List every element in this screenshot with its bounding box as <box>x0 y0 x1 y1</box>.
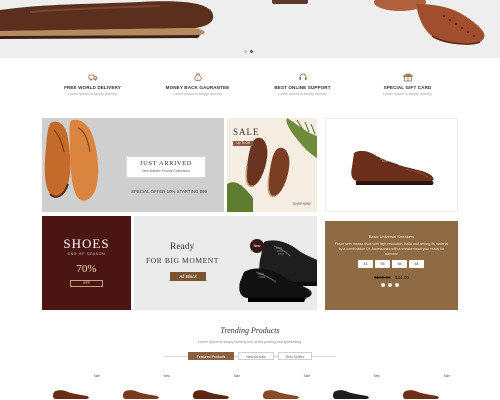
banner-deal[interactable]: Basic Universal Sneakers Fusce sem massa… <box>325 221 458 310</box>
deal-product-title: Basic Universal Sneakers <box>368 234 415 239</box>
product-shoe-image <box>52 390 89 399</box>
ready-heading: Ready <box>170 242 195 252</box>
shop-now-link[interactable]: SHOP NOW <box>293 202 311 206</box>
sale-title: SALE <box>233 127 260 137</box>
feature-subtitle: Lorem Ipsum is simply dummy <box>278 91 327 96</box>
timer-minutes: 55 <box>392 260 407 268</box>
banner-sale[interactable]: SALE Up To Off SHOP NOW <box>227 118 317 212</box>
banner-title: JUST ARRIVED <box>139 160 193 167</box>
product-card[interactable]: Sale <box>254 372 314 400</box>
feature-title: BEST ONLINE SUPPORT <box>274 85 331 90</box>
timer-days: 43 <box>358 260 373 268</box>
hero-shoe-image <box>0 1 214 39</box>
timer-seconds: 48 <box>409 260 424 268</box>
timer-hours: 05 <box>375 260 390 268</box>
truck-icon <box>88 74 97 81</box>
product-grid: Sale New Sale Sale New Sale <box>44 372 464 400</box>
slider-pagination <box>244 50 253 53</box>
slider-dot[interactable] <box>244 50 247 53</box>
hero-slider[interactable] <box>0 0 500 58</box>
product-badge: Sale <box>93 374 100 378</box>
big-moment-heading: FOR BIG MOMENT <box>146 256 219 265</box>
banner-featured-shoe[interactable] <box>325 118 458 212</box>
pagination-dot[interactable] <box>395 283 399 287</box>
product-badge: Sale <box>443 374 450 378</box>
banner-just-arrived[interactable]: JUST ARRIVED New Bakelie Formal Collecti… <box>42 118 224 212</box>
countdown-timer: 43 05 55 48 <box>358 260 424 268</box>
trending-tabs: Featured Products New Arrivals Best Sell… <box>164 350 336 362</box>
trending-subtitle: Lorem Ipsum is simply dummy text of the … <box>197 340 303 344</box>
product-shoe-image <box>122 390 159 399</box>
product-card[interactable]: Sale <box>44 372 104 400</box>
feature-subtitle: Lorem Ipsum is simply dummy <box>383 91 432 96</box>
product-shoe-image <box>402 390 439 399</box>
loafer-image <box>44 119 99 201</box>
tab-featured-products[interactable]: Featured Products <box>188 352 234 360</box>
product-badge: Sale <box>233 374 240 378</box>
promo-box: JUST ARRIVED New Bakelie Formal Collecti… <box>126 156 206 178</box>
support-icon <box>298 73 307 80</box>
tab-best-sellers[interactable]: Best Sellers <box>278 352 312 360</box>
product-badge: Sale <box>303 374 310 378</box>
feature-title: MONEY BACK GAURANTEE <box>165 85 230 90</box>
sale-tag: Up To Off <box>233 141 253 146</box>
svg-text:$: $ <box>197 77 199 81</box>
slider-dot-active[interactable] <box>250 50 253 53</box>
product-card[interactable]: New <box>114 372 174 400</box>
product-card[interactable]: Sale <box>394 372 454 400</box>
feature-money-back: $ MONEY BACK GAURANTEE Lorem Ipsum is si… <box>145 72 250 104</box>
old-price: $100.00 <box>374 275 391 280</box>
banner-end-of-season[interactable]: SHOES END OF SEASON 70% OFF <box>42 216 131 310</box>
hero-shoe-image-right <box>374 0 485 45</box>
banner-subtitle: New Bakelie Formal Collections <box>142 169 190 173</box>
deal-description: Fusce sem massa risus with high resoluti… <box>334 242 449 256</box>
product-shoe-image <box>262 390 299 399</box>
end-of-season-label: END OF SEASON <box>67 252 106 256</box>
new-price: $44.00 <box>394 275 409 280</box>
features-bar: FREE WORLD DELIVERY Lorem Ipsum is simpl… <box>40 72 460 104</box>
feature-online-support: BEST ONLINE SUPPORT Lorem Ipsum is simpl… <box>250 72 355 104</box>
feature-subtitle: Lorem Ipsum is simply dummy <box>68 91 117 96</box>
product-shoe-image <box>192 390 229 399</box>
feature-free-delivery: FREE WORLD DELIVERY Lorem Ipsum is simpl… <box>40 72 145 104</box>
tab-new-arrivals[interactable]: New Arrivals <box>238 352 274 360</box>
deal-pagination <box>381 283 399 287</box>
product-card[interactable]: New <box>324 372 384 400</box>
feature-subtitle: Lorem Ipsum is simply dummy <box>173 91 222 96</box>
feature-title: SPECIAL GIFT CARD <box>383 85 432 90</box>
special-offer-text: SPECIAL OFFER 10% STARTING $99 <box>130 189 208 194</box>
all-black-button[interactable]: All Black <box>170 272 206 281</box>
discount-percent: 70% <box>76 263 97 275</box>
shoes-title: SHOES <box>63 236 110 251</box>
product-badge: New <box>373 374 380 378</box>
new-badge: New <box>250 239 264 253</box>
product-card[interactable]: Sale <box>184 372 244 400</box>
product-badge: New <box>163 374 170 378</box>
pagination-dot[interactable] <box>381 283 385 287</box>
deal-price: $100.00 $44.00 <box>325 275 458 280</box>
feature-title: FREE WORLD DELIVERY <box>64 85 121 90</box>
oxford-shoe-image <box>351 150 434 185</box>
pagination-dot[interactable] <box>388 283 392 287</box>
product-shoe-image <box>332 390 369 399</box>
trending-title: Trending Products <box>220 326 280 335</box>
feature-gift-card: SPECIAL GIFT CARD Lorem Ipsum is simply … <box>355 72 460 104</box>
hero-shop-button[interactable] <box>272 0 308 4</box>
gift-icon <box>403 73 412 82</box>
banner-ready[interactable]: Ready FOR BIG MOMENT All Black New <box>134 216 317 310</box>
off-button[interactable]: OFF <box>70 280 103 287</box>
black-formal-shoes-image <box>239 240 317 302</box>
money-bag-icon: $ <box>193 73 202 81</box>
